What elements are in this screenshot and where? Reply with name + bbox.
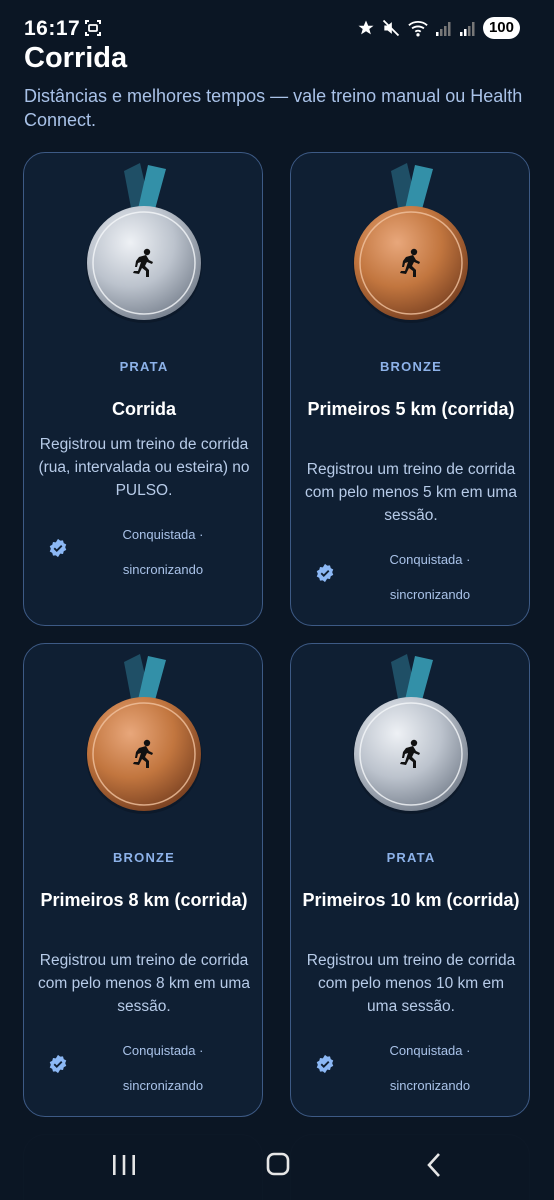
silver-medal [24,153,264,333]
page-subtitle: Distâncias e melhores tempos — vale trei… [24,86,523,130]
card-title: Primeiros 8 km (corrida) [40,890,248,910]
mute-icon [382,19,400,37]
silver-medal [291,644,531,824]
verified-icon [49,538,67,558]
screen: 16:17 100 Corrida Distâncias e melhores … [0,0,554,1200]
back-icon[interactable] [414,1150,454,1180]
card-description: Registrou um treino de corrida com pelo … [38,952,250,1015]
card-title: Corrida [111,399,176,419]
bronze-medal [291,153,531,333]
tier-label: PRATA [386,850,436,865]
tier-label: BRONZE [379,359,443,374]
card-title: Primeiros 5 km (corrida) [307,399,515,419]
achievement-card[interactable]: PRATA Corrida Registrou um treino de cor… [23,152,263,626]
achievement-card[interactable]: BRONZE Primeiros 8 km (corrida) Registro… [23,643,263,1117]
status-line: Conquistada · [122,1043,204,1058]
star-icon [358,20,374,35]
status-text: Conquistada · sincronizando [108,517,218,587]
status-line: sincronizando [389,1078,471,1093]
signal-icon [459,22,475,36]
status-line: sincronizando [122,562,204,577]
status-line: sincronizando [389,587,471,602]
bronze-medal [24,644,264,824]
status-bar: 16:17 100 [0,0,554,42]
status-text: Conquistada · sincronizando [375,1033,485,1103]
status-line: sincronizando [122,1078,204,1093]
status-row: Conquistada · sincronizando [291,542,531,602]
card-description: Registrou um treino de corrida com pelo … [306,952,516,1015]
status-line: Conquistada · [389,1043,471,1058]
status-text: Conquistada · sincronizando [375,542,485,612]
signal-icon [435,22,451,36]
verified-icon [316,1054,334,1074]
battery-badge: 100 [482,17,520,39]
page-title: Corrida [24,42,128,74]
card-title: Primeiros 10 km (corrida) [302,890,520,910]
status-line: Conquistada · [122,527,204,542]
verified-icon [49,1054,67,1074]
status-time: 16:17 [24,17,81,40]
status-icons: 100 [357,16,520,40]
status-line: Conquistada · [389,552,471,567]
recent-apps-icon[interactable] [104,1150,144,1180]
home-icon[interactable] [258,1150,298,1180]
verified-icon [316,563,334,583]
status-row: Conquistada · sincronizando [24,1033,264,1093]
achievement-card[interactable]: PRATA Primeiros 10 km (corrida) Registro… [290,643,530,1117]
wifi-icon [408,20,428,37]
status-text: Conquistada · sincronizando [108,1033,218,1103]
screenshot-icon [85,20,101,36]
status-row: Conquistada · sincronizando [291,1033,531,1093]
card-description: Registrou um treino de corrida (rua, int… [38,436,250,499]
tier-label: PRATA [119,359,169,374]
status-row: Conquistada · sincronizando [24,517,264,577]
navigation-bar [0,1130,554,1200]
tier-label: BRONZE [112,850,176,865]
achievement-card[interactable]: BRONZE Primeiros 5 km (corrida) Registro… [290,152,530,626]
card-description: Registrou um treino de corrida com pelo … [305,461,517,524]
